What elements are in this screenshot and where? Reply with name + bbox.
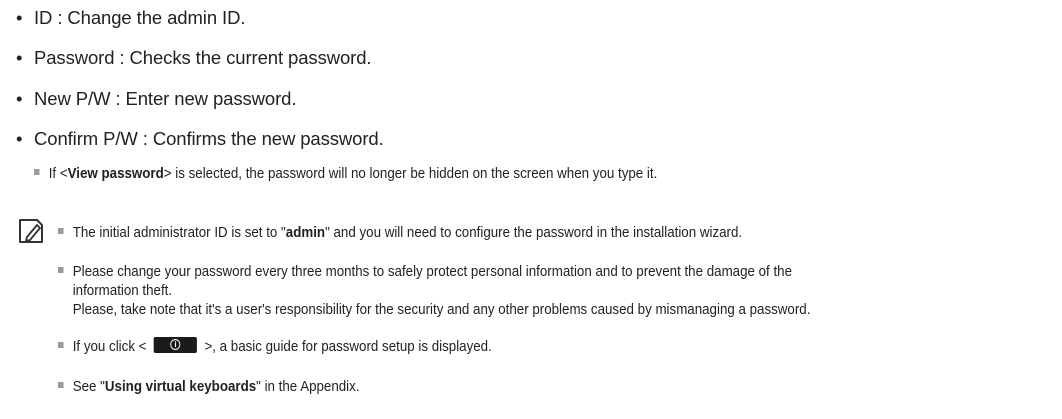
note-password-guide-suffix: >, a basic guide for password setup is d… (204, 339, 492, 355)
bullet-password-text: Password : Checks the current password. (34, 47, 372, 68)
bullet-id-text: ID : Change the admin ID. (34, 7, 246, 28)
bullet-confirm-password: • Confirm P/W : Confirms the new password… (16, 128, 384, 150)
note-initial-admin-prefix: The initial administrator ID is set to " (72, 225, 286, 241)
bullet-dot: • (16, 128, 23, 149)
view-password-label: View password (67, 166, 164, 182)
bullet-dot: • (16, 47, 23, 68)
bullet-new-password-text: New P/W : Enter new password. (34, 88, 297, 109)
note-initial-admin: The initial administrator ID is set to "… (58, 224, 742, 243)
note-pencil-icon (19, 219, 43, 243)
note-initial-admin-suffix: " and you will need to configure the pas… (325, 225, 743, 241)
note-change-password-line2: information theft. (72, 283, 173, 299)
square-bullet-icon (58, 382, 64, 389)
note-password-guide-prefix: If you click < (72, 339, 147, 355)
view-password-subnote: If <View password> is selected, the pass… (34, 165, 657, 183)
bullet-new-password: • New P/W : Enter new password. (16, 88, 296, 110)
bullet-confirm-password-text: Confirm P/W : Confirms the new password. (34, 128, 384, 149)
subnote-suffix: > is selected, the password will no long… (163, 166, 658, 182)
admin-label: admin (285, 225, 326, 241)
note-virtual-keyboards: See "Using virtual keyboards" in the App… (58, 378, 360, 397)
square-bullet-icon (58, 342, 64, 349)
square-bullet-icon (58, 228, 64, 235)
password-guide-button[interactable]: i (153, 337, 198, 354)
bullet-password: • Password : Checks the current password. (16, 47, 372, 69)
bullet-dot: • (16, 88, 23, 109)
square-bullet-icon (58, 267, 64, 274)
info-icon: i (170, 338, 181, 350)
note-change-password-line1: Please change your password every three … (72, 264, 793, 280)
subnote-prefix: If < (48, 166, 68, 182)
note-virtual-keyboards-prefix: See " (72, 379, 105, 395)
bullet-dot: • (16, 7, 23, 28)
note-change-password: Please change your password every three … (58, 263, 810, 320)
note-password-guide: If you click < i >, a basic guide for pass… (58, 337, 492, 357)
bullet-id: • ID : Change the admin ID. (16, 7, 245, 29)
virtual-keyboards-link: Using virtual keyboards (104, 379, 257, 395)
note-change-password-line3: Please, take note that it's a user's res… (72, 302, 811, 318)
note-virtual-keyboards-suffix: " in the Appendix. (256, 379, 360, 395)
square-bullet-icon (34, 169, 40, 176)
